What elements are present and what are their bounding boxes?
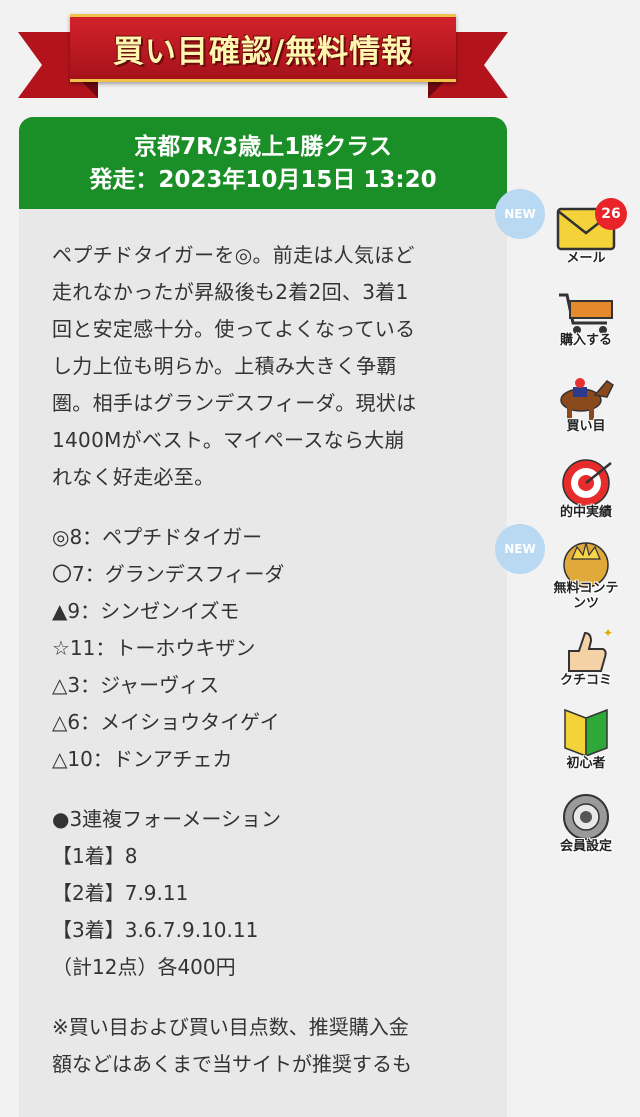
side-menu-member-settings[interactable]: 会員設定 — [551, 791, 621, 854]
pick-item: 〇7：グランデスフィーダ — [52, 562, 285, 586]
race-body: ペプチドタイガーを◎。前走は人気ほど 走れなかったが昇級後も2着2回、3着1 回… — [19, 209, 507, 1083]
side-menu-label: 会員設定 — [559, 839, 612, 854]
side-menu-free-content[interactable]: 無料コンテンツ — [551, 537, 621, 611]
banner-ribbon: 買い目確認/無料情報 — [18, 8, 508, 100]
side-menu-label: 購入する — [559, 333, 612, 348]
race-start-time: 発走：2023年10月15日 13:20 — [89, 167, 437, 193]
bet-line: 【2着】7.9.11 — [52, 881, 189, 905]
race-header: 京都7R/3歳上1勝クラス 発走：2023年10月15日 13:20 — [19, 117, 507, 209]
bet-line: ●3連複フォーメーション — [52, 807, 281, 831]
horse-picks-list: ◎8：ペプチドタイガー 〇7：グランデスフィーダ ▲9：シンゼンイズモ ☆11：… — [52, 519, 507, 778]
pick-item: ◎8：ペプチドタイガー — [52, 525, 263, 549]
race-comment: ペプチドタイガーを◎。前走は人気ほど 走れなかったが昇級後も2着2回、3着1 回… — [52, 237, 482, 496]
side-menu-label: 無料コンテンツ — [553, 581, 619, 611]
note-line: ※買い目および買い目点数、推奨購入金 — [52, 1015, 409, 1039]
banner-main: 買い目確認/無料情報 — [70, 14, 456, 82]
svg-text:✦: ✦ — [603, 626, 613, 640]
side-menu-picks[interactable]: 買い目 — [551, 373, 621, 434]
note-line: 額などはあくまで当サイトが推奨するも — [52, 1052, 412, 1076]
side-menu-label: 初心者 — [566, 756, 606, 771]
comment-line: れなく好走必至。 — [52, 465, 215, 489]
comment-line: 圏。相手はグランデスフィーダ。現状は — [52, 391, 417, 415]
side-menu-reviews[interactable]: ✦ クチコミ — [551, 625, 621, 688]
pick-item: ☆11：トーホウキザン — [52, 636, 256, 660]
side-menu-results[interactable]: 的中実績 — [551, 457, 621, 520]
mail-count-badge: 26 — [595, 198, 627, 230]
side-menu-label: クチコミ — [559, 673, 612, 688]
pick-item: △6：メイショウタイゲイ — [52, 710, 280, 734]
disclaimer-note: ※買い目および買い目点数、推奨購入金 額などはあくまで当サイトが推奨するも — [52, 1009, 482, 1083]
side-menu-label: 的中実績 — [559, 505, 612, 520]
comment-line: し力上位も明らか。上積み大きく争覇 — [52, 354, 397, 378]
side-menu-purchase[interactable]: 購入する — [551, 289, 621, 348]
pick-item: ▲9：シンゼンイズモ — [52, 599, 240, 623]
pick-item: △3：ジャーヴィス — [52, 673, 220, 697]
bet-line: 【3着】3.6.7.9.10.11 — [52, 918, 259, 942]
bet-line: （計12点）各400円 — [52, 955, 236, 979]
comment-line: ペプチドタイガーを◎。前走は人気ほど — [52, 243, 415, 267]
new-badge: NEW — [495, 189, 545, 239]
new-badge: NEW — [495, 524, 545, 574]
comment-line: 回と安定感十分。使ってよくなっている — [52, 317, 416, 341]
race-name: 京都7R/3歳上1勝クラス — [134, 134, 392, 160]
bet-line: 【1着】8 — [52, 844, 138, 868]
banner-title: 買い目確認/無料情報 — [112, 33, 414, 70]
comment-line: 1400Mがベスト。マイペースなら大崩 — [52, 428, 405, 452]
pick-item: △10：ドンアチェカ — [52, 747, 233, 771]
side-menu-beginner[interactable]: 初心者 — [551, 706, 621, 771]
comment-line: 走れなかったが昇級後も2着2回、3着1 — [52, 280, 409, 304]
side-menu-label: 買い目 — [566, 419, 606, 434]
bet-formation: ●3連複フォーメーション 【1着】8 【2着】7.9.11 【3着】3.6.7.… — [52, 801, 507, 986]
side-menu-label: メール — [566, 251, 606, 266]
race-info-card: 京都7R/3歳上1勝クラス 発走：2023年10月15日 13:20 ペプチドタ… — [19, 117, 507, 1117]
